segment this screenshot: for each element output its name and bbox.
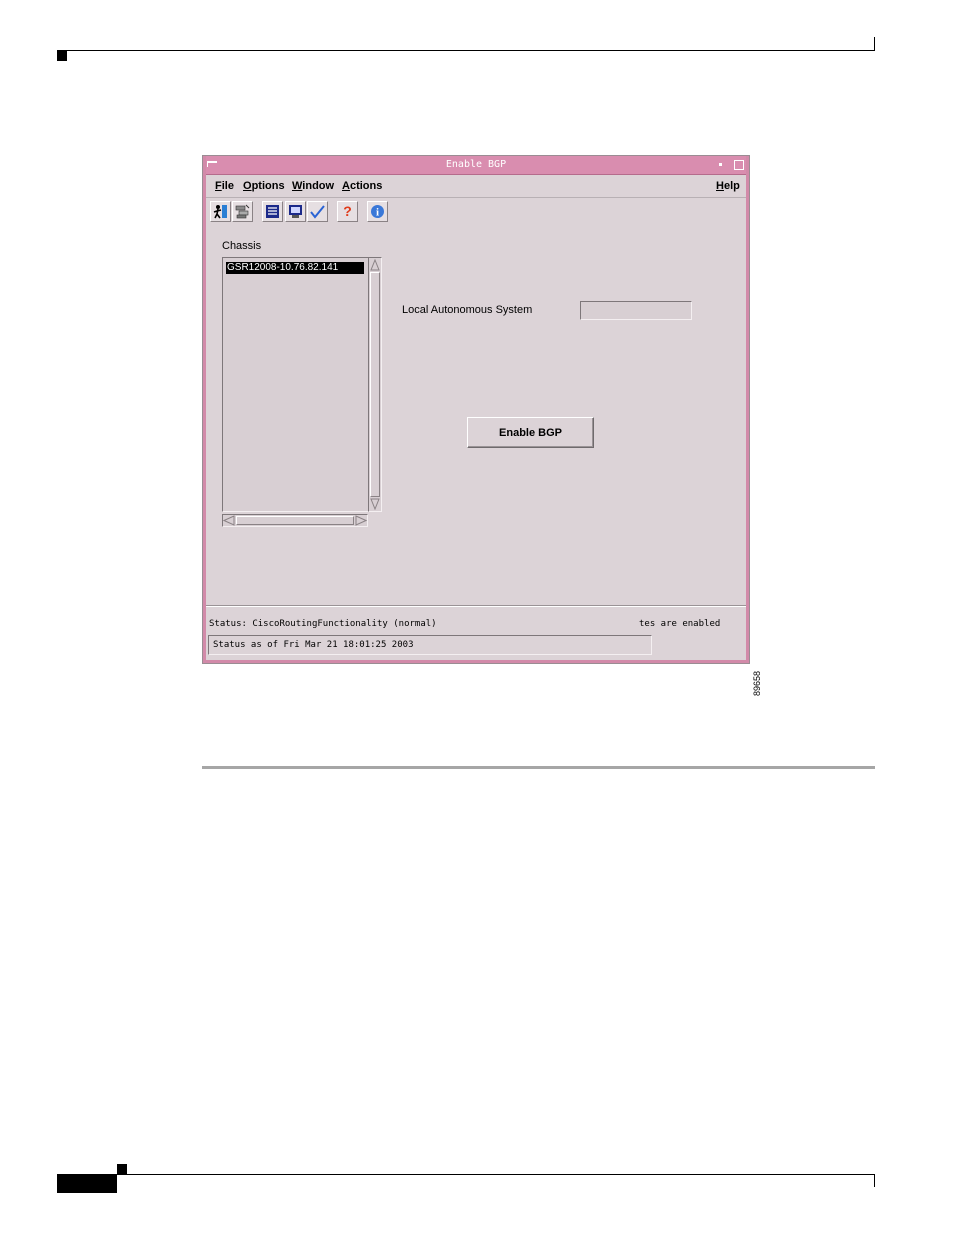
title-bar[interactable]: Enable BGP [203, 156, 749, 175]
horizontal-scroll-thumb[interactable] [236, 516, 354, 525]
header-marker [57, 51, 67, 61]
svg-text:i: i [376, 207, 379, 219]
monitor-icon [289, 205, 302, 218]
list-button[interactable] [262, 201, 283, 222]
help-icon: ? [343, 203, 352, 219]
footer-page-block [57, 1174, 117, 1193]
check-button[interactable] [307, 201, 328, 222]
window-title: Enable BGP [445, 159, 507, 170]
list-icon [266, 205, 279, 218]
local-as-label: Local Autonomous System [402, 304, 533, 316]
enable-bgp-window: Enable BGP File Options Window Actions H… [202, 155, 750, 664]
section-rule [202, 766, 875, 769]
header-tick [874, 37, 875, 51]
toolbar: ? i [206, 200, 746, 226]
footer-rule [117, 1174, 875, 1175]
checkmark-icon [310, 205, 325, 219]
svg-text:?: ? [343, 203, 352, 219]
help-button[interactable]: ? [337, 201, 358, 222]
scroll-right-icon[interactable] [355, 515, 367, 526]
info-icon: i [371, 205, 384, 219]
menu-actions[interactable]: Actions [342, 180, 382, 192]
menu-options[interactable]: Options [243, 180, 285, 192]
enable-bgp-button[interactable]: Enable BGP [467, 417, 594, 448]
status-timestamp: Status as of Fri Mar 21 18:01:25 2003 [208, 635, 652, 655]
scroll-down-icon[interactable] [370, 498, 380, 510]
minimize-icon[interactable] [719, 163, 722, 166]
footer-marker [117, 1164, 127, 1174]
chassis-list[interactable]: GSR12008-10.76.82.141 [222, 257, 370, 512]
menu-file[interactable]: File [215, 180, 234, 192]
status-separator [206, 605, 746, 607]
menu-help[interactable]: Help [716, 180, 740, 192]
exit-icon [213, 205, 227, 219]
local-as-input[interactable] [580, 301, 692, 320]
exit-button[interactable] [210, 201, 231, 222]
status-routes-text: tes are enabled [639, 619, 721, 629]
scroll-up-icon[interactable] [370, 259, 380, 271]
list-item[interactable]: GSR12008-10.76.82.141 [226, 262, 364, 274]
header-rule [57, 50, 875, 51]
info-button[interactable]: i [367, 201, 388, 222]
footer-tick [874, 1175, 875, 1187]
menu-window[interactable]: Window [292, 180, 334, 192]
chassis-vertical-scrollbar[interactable] [368, 257, 382, 512]
figure-number: 89658 [752, 670, 762, 696]
network-icon [235, 204, 250, 219]
chassis-horizontal-scrollbar[interactable] [222, 514, 368, 527]
maximize-icon[interactable] [734, 160, 744, 170]
menu-bar: File Options Window Actions Help [206, 176, 746, 198]
network-button[interactable] [232, 201, 253, 222]
scroll-left-icon[interactable] [223, 515, 235, 526]
chassis-label: Chassis [222, 240, 262, 252]
monitor-button[interactable] [285, 201, 306, 222]
status-text: Status: CiscoRoutingFunctionality (norma… [209, 619, 437, 629]
vertical-scroll-thumb[interactable] [370, 272, 380, 497]
